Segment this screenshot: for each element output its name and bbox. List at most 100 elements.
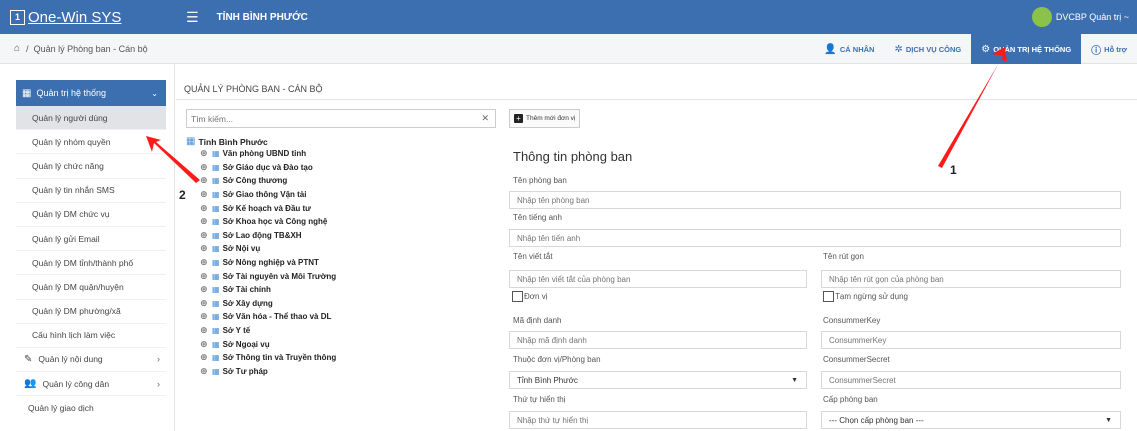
label-ma-dinh-danh: Mã định danh bbox=[513, 316, 562, 325]
ma-dinh-danh-input[interactable] bbox=[517, 335, 806, 345]
tree-node[interactable]: ⊕ ▦ Sở Khoa học và Công nghệ bbox=[186, 215, 496, 229]
ten-phong-ban-field bbox=[509, 191, 1121, 209]
menu-toggle-icon[interactable]: ☰ bbox=[186, 9, 199, 26]
sidebar-item-nhom-quyen[interactable]: Quản lý nhóm quyền bbox=[16, 130, 166, 155]
tree-node-label: Sở Xây dựng bbox=[222, 298, 273, 308]
label-thu-tu: Thứ tự hiển thị bbox=[513, 395, 566, 404]
tree-node-label: Sở Văn hóa - Thể thao và DL bbox=[222, 312, 332, 322]
tree-node[interactable]: ⊕ ▦ Sở Thông tin và Truyền thông bbox=[186, 351, 496, 365]
tree-node-label: Sở Khoa học và Công nghệ bbox=[222, 217, 328, 227]
consumer-key-field bbox=[821, 331, 1121, 349]
thuoc-don-vi-select[interactable]: Tỉnh Bình Phước ▼ bbox=[509, 371, 807, 389]
add-unit-label: Thêm mới đơn vị bbox=[526, 115, 576, 122]
expand-icon[interactable]: ⊕ bbox=[200, 325, 209, 336]
tree-node[interactable]: ⊕ ▦ Văn phòng UBND tỉnh bbox=[186, 147, 496, 161]
expand-icon[interactable]: ⊕ bbox=[200, 162, 209, 173]
sidebar-item-lich-lam-viec[interactable]: Cấu hình lịch làm việc bbox=[16, 324, 166, 348]
chevron-down-icon: ⌄ bbox=[151, 88, 158, 98]
expand-icon[interactable]: ⊕ bbox=[200, 271, 209, 282]
tree-node[interactable]: ⊕ ▦ Sở Nông nghiệp và PTNT bbox=[186, 256, 496, 270]
chevron-down-icon: ▼ bbox=[791, 376, 798, 384]
nav-quan-tri-he-thong[interactable]: ⚙ QUẢN TRỊ HỆ THỐNG bbox=[971, 34, 1082, 64]
edit-icon: ✎ bbox=[24, 353, 33, 365]
tree-node-label: Sở Tài nguyên và Môi Trường bbox=[222, 271, 337, 281]
sidebar-item-tinh-thanh[interactable]: Quản lý DM tỉnh/thành phố bbox=[16, 251, 166, 276]
tree-node-label: Sở Lao động TB&XH bbox=[222, 230, 302, 240]
ten-rut-gon-input[interactable] bbox=[829, 274, 1120, 284]
sidebar-item-giao-dich[interactable]: Quản lý giao dịch bbox=[16, 396, 174, 420]
tree-node[interactable]: ⊕ ▦ Sở Tư pháp bbox=[186, 365, 496, 379]
expand-icon[interactable]: ⊕ bbox=[200, 230, 209, 241]
services-icon: ✲ bbox=[894, 43, 903, 55]
org-icon: ▦ bbox=[212, 244, 220, 254]
tree-node[interactable]: ⊕ ▦ Sở Lao động TB&XH bbox=[186, 229, 496, 243]
sidebar-item-phuong-xa[interactable]: Quản lý DM phường/xã bbox=[16, 300, 166, 324]
sidebar-item-sms[interactable]: Quản lý tin nhắn SMS bbox=[16, 179, 166, 203]
tree-root[interactable]: ▦ Tỉnh Bình Phước bbox=[186, 136, 496, 147]
ten-tieng-anh-input[interactable] bbox=[517, 233, 1120, 243]
expand-icon[interactable]: ⊕ bbox=[200, 189, 209, 200]
expand-icon[interactable]: ⊕ bbox=[200, 203, 209, 214]
org-icon: ▦ bbox=[212, 366, 220, 376]
tree-node-label: Sở Nông nghiệp và PTNT bbox=[222, 258, 319, 268]
top-bar: 1 One-Win SYS ☰ TỈNH BÌNH PHƯỚC DVCBP Qu… bbox=[0, 0, 1137, 34]
nav-ho-tro[interactable]: ⓘ Hỗ trợ bbox=[1081, 34, 1137, 64]
tree-node[interactable]: ⊕ ▦ Sở Công thương bbox=[186, 174, 496, 188]
thu-tu-input[interactable] bbox=[517, 415, 806, 425]
org-form-panel: + Thêm mới đơn vị Thông tin phòng ban Tê… bbox=[509, 109, 1129, 431]
tree-node-label: Sở Giao thông Vận tải bbox=[222, 190, 307, 200]
sidebar-header-label: Quản trị hệ thống bbox=[36, 88, 107, 98]
consumer-secret-input[interactable] bbox=[829, 375, 1120, 385]
tree-node[interactable]: ⊕ ▦ Sở Kế hoạch và Đầu tư bbox=[186, 201, 496, 215]
tree-node[interactable]: ⊕ ▦ Sở Giáo dục và Đào tạo bbox=[186, 161, 496, 175]
close-icon[interactable]: ✕ bbox=[481, 113, 489, 124]
tree-node[interactable]: ⊕ ▦ Sở Xây dựng bbox=[186, 297, 496, 311]
sidebar-group-noi-dung[interactable]: ✎ Quản lý nội dung › bbox=[16, 348, 166, 373]
user-menu[interactable]: DVCBP Quản trị ~ bbox=[1031, 7, 1129, 27]
sidebar-item-nguoi-dung[interactable]: Quản lý người dùng bbox=[16, 106, 166, 131]
label-ten-phong-ban: Tên phòng ban bbox=[513, 176, 567, 185]
nav-ca-nhan[interactable]: 👤 CÁ NHÂN bbox=[814, 34, 884, 64]
sidebar-header[interactable]: ▦ Quản trị hệ thống ⌄ bbox=[16, 80, 166, 106]
tree-node[interactable]: ⊕ ▦ Sở Giao thông Vận tải bbox=[186, 188, 496, 202]
tree-node[interactable]: ⊕ ▦ Sở Văn hóa - Thể thao và DL bbox=[186, 310, 496, 324]
expand-icon[interactable]: ⊕ bbox=[200, 339, 209, 350]
label-consumer-key: ConsummerKey bbox=[823, 316, 881, 325]
expand-icon[interactable]: ⊕ bbox=[200, 257, 209, 268]
ten-viet-tat-input[interactable] bbox=[517, 274, 806, 284]
cap-phong-ban-select[interactable]: --- Chọn cấp phòng ban --- ▼ bbox=[821, 411, 1121, 429]
sidebar-item-chuc-vu[interactable]: Quản lý DM chức vụ bbox=[16, 203, 166, 227]
tree-node[interactable]: ⊕ ▦ Sở Tài chính bbox=[186, 283, 496, 297]
sidebar-item-quan-huyen[interactable]: Quản lý DM quận/huyện bbox=[16, 275, 166, 300]
org-icon: ▦ bbox=[212, 162, 220, 172]
tree-node[interactable]: ⊕ ▦ Sở Tài nguyên và Môi Trường bbox=[186, 269, 496, 283]
tree-node-label: Sở Y tế bbox=[222, 326, 251, 336]
expand-icon[interactable]: ⊕ bbox=[200, 311, 209, 322]
app-logo[interactable]: 1 One-Win SYS bbox=[10, 9, 178, 26]
expand-icon[interactable]: ⊕ bbox=[200, 216, 209, 227]
tam-ngung-checkbox[interactable]: Tạm ngừng sử dụng bbox=[823, 291, 908, 302]
add-unit-button[interactable]: + Thêm mới đơn vị bbox=[509, 109, 581, 128]
expand-icon[interactable]: ⊕ bbox=[200, 148, 209, 159]
expand-icon[interactable]: ⊕ bbox=[200, 284, 209, 295]
expand-icon[interactable]: ⊕ bbox=[200, 366, 209, 377]
tree-node[interactable]: ⊕ ▦ Sở Ngoại vụ bbox=[186, 337, 496, 351]
ma-dinh-danh-field bbox=[509, 331, 807, 349]
chevron-down-icon: ▼ bbox=[1105, 416, 1112, 424]
sidebar-item-email[interactable]: Quản lý gửi Email bbox=[16, 227, 166, 252]
consumer-key-input[interactable] bbox=[829, 335, 1120, 345]
don-vi-checkbox[interactable]: Đơn vị bbox=[512, 291, 547, 302]
sidebar-group-cong-dan[interactable]: 👥 Quản lý công dân › bbox=[16, 372, 166, 397]
expand-icon[interactable]: ⊕ bbox=[200, 175, 209, 186]
tree-node[interactable]: ⊕ ▦ Sở Nội vụ bbox=[186, 242, 496, 256]
expand-icon[interactable]: ⊕ bbox=[200, 298, 209, 309]
expand-icon[interactable]: ⊕ bbox=[200, 352, 209, 363]
home-icon[interactable]: ⌂ bbox=[14, 43, 20, 54]
expand-icon[interactable]: ⊕ bbox=[200, 243, 209, 254]
search-input[interactable] bbox=[191, 113, 471, 124]
nav-dich-vu-cong[interactable]: ✲ DỊCH VỤ CÔNG bbox=[884, 34, 971, 64]
tree-node[interactable]: ⊕ ▦ Sở Y tế bbox=[186, 324, 496, 338]
sidebar-item-chuc-nang[interactable]: Quản lý chức năng bbox=[16, 154, 166, 179]
org-tree-panel: ✕ ▦ Tỉnh Bình Phước ⊕▦Văn phòng UBND tỉn… bbox=[186, 109, 496, 431]
ten-phong-ban-input[interactable] bbox=[517, 195, 1120, 205]
